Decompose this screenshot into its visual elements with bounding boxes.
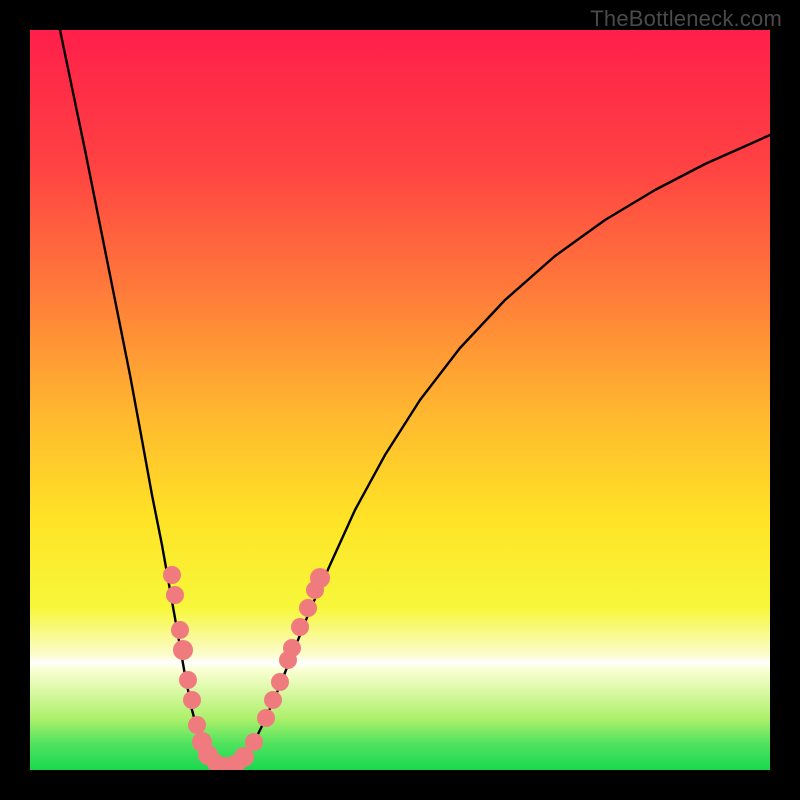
curve-left	[60, 30, 228, 769]
data-marker	[179, 671, 197, 689]
data-marker	[171, 621, 189, 639]
curve-layer	[30, 30, 770, 770]
data-marker	[310, 568, 330, 588]
plot-area	[30, 30, 770, 770]
marker-group	[163, 566, 330, 770]
data-marker	[271, 673, 289, 691]
data-marker	[264, 691, 282, 709]
data-marker	[299, 599, 317, 617]
data-marker	[245, 733, 263, 751]
data-marker	[163, 566, 181, 584]
chart-frame: TheBottleneck.com	[0, 0, 800, 800]
data-marker	[173, 640, 193, 660]
data-marker	[166, 586, 184, 604]
data-marker	[257, 709, 275, 727]
data-marker	[183, 691, 201, 709]
data-marker	[283, 639, 301, 657]
watermark-text: TheBottleneck.com	[590, 6, 782, 32]
data-marker	[291, 618, 309, 636]
data-marker	[188, 716, 206, 734]
curve-right	[228, 135, 770, 769]
